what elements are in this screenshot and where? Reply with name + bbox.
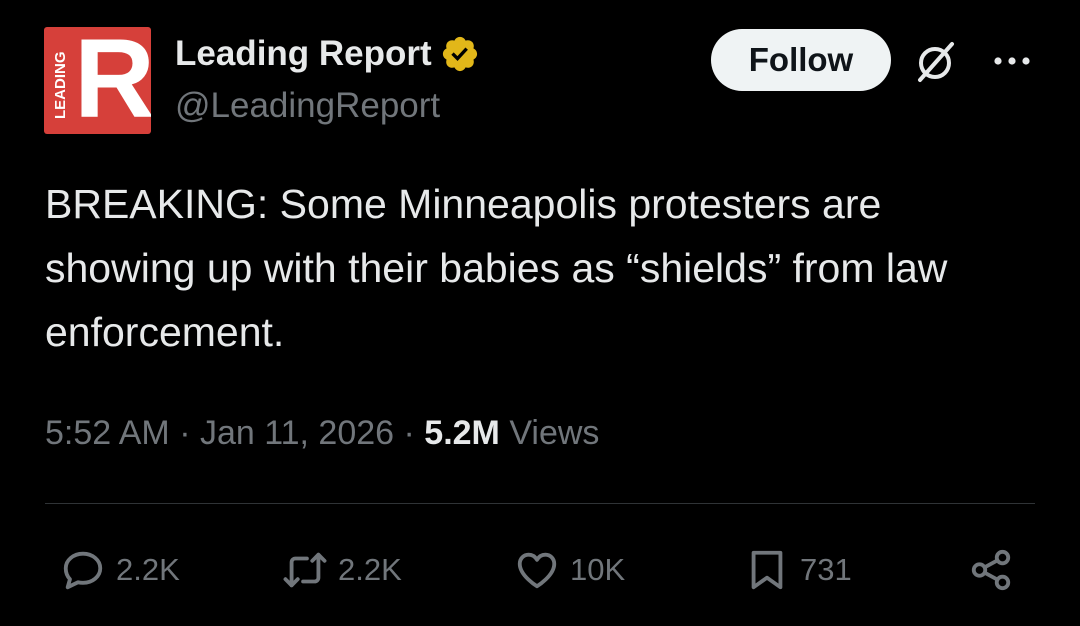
verified-badge-icon (442, 36, 477, 72)
reply-button[interactable]: 2.2K (60, 544, 180, 596)
tweet-meta: 5:52 AM · Jan 11, 2026 · 5.2M Views (45, 408, 599, 458)
bookmark-count: 731 (800, 552, 852, 587)
divider (45, 503, 1035, 504)
grok-icon[interactable] (912, 38, 960, 86)
reply-icon (63, 551, 103, 590)
bookmark-icon (751, 550, 783, 590)
views-count[interactable]: 5.2M (424, 414, 500, 452)
like-button[interactable]: 10K (514, 544, 625, 596)
more-icon[interactable] (990, 48, 1034, 74)
repost-button[interactable]: 2.2K (282, 544, 402, 596)
author-handle[interactable]: @LeadingReport (175, 84, 440, 128)
like-icon (517, 552, 557, 589)
like-count: 10K (570, 552, 626, 587)
reply-count: 2.2K (116, 552, 180, 587)
share-button[interactable] (968, 544, 1014, 596)
repost-count: 2.2K (338, 552, 402, 587)
bookmark-button[interactable]: 731 (744, 544, 852, 596)
share-icon (971, 549, 1011, 591)
avatar-logo-vertical-text: LEADING (52, 51, 69, 120)
views-label: Views (509, 414, 600, 452)
avatar[interactable]: R LEADING (44, 27, 151, 134)
tweet-date[interactable]: Jan 11, 2026 (200, 414, 394, 452)
author-display-name[interactable]: Leading Report (175, 32, 432, 76)
tweet-card: R LEADING Leading Report @LeadingReport … (0, 0, 1080, 626)
avatar-logo-letter: R (74, 27, 151, 134)
tweet-text: BREAKING: Some Minneapolis protesters ar… (45, 181, 948, 355)
author-name-row: Leading Report (175, 32, 480, 76)
follow-button[interactable]: Follow (711, 29, 891, 91)
tweet-time[interactable]: 5:52 AM (45, 414, 170, 452)
repost-icon (283, 552, 327, 588)
meta-separator: · (169, 414, 200, 452)
meta-separator: · (394, 414, 425, 452)
